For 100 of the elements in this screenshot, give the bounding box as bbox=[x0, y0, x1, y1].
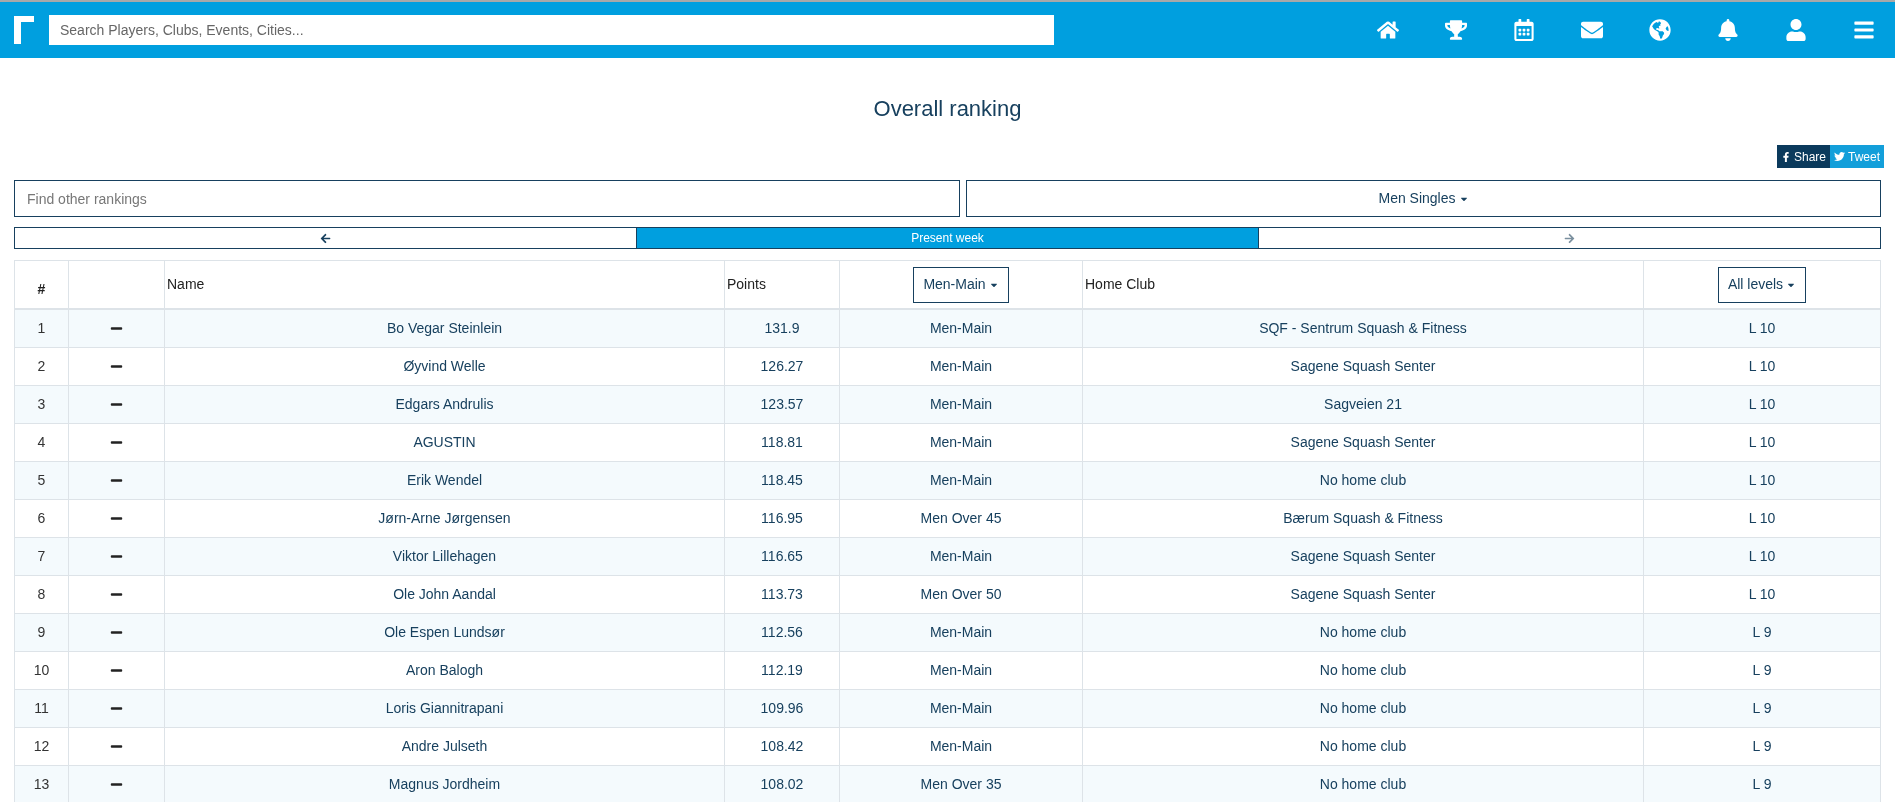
level-filter-dropdown[interactable]: All levels bbox=[1717, 266, 1807, 303]
category-cell-text: Men-Main bbox=[929, 737, 993, 756]
globe-icon[interactable] bbox=[1649, 19, 1671, 41]
club-link[interactable]: SQF - Sentrum Squash & Fitness bbox=[1259, 318, 1467, 339]
level-cell-text: L 9 bbox=[1752, 661, 1772, 680]
home-icon[interactable] bbox=[1377, 19, 1399, 41]
facebook-share-button[interactable]: Share bbox=[1776, 145, 1830, 168]
player-name-link[interactable]: Bo Vegar Steinlein bbox=[386, 318, 503, 339]
level-cell-text: L 9 bbox=[1752, 737, 1772, 756]
search-field[interactable]: Search Players, Clubs, Events, Cities... bbox=[49, 15, 1054, 45]
points-cell-text: 108.02 bbox=[760, 775, 804, 794]
level-cell-text: L 10 bbox=[1748, 433, 1776, 452]
club-link[interactable]: Sagene Squash Senter bbox=[1290, 546, 1436, 567]
points-cell-text: 123.57 bbox=[760, 395, 804, 414]
level-cell-text: L 9 bbox=[1752, 775, 1772, 794]
category-cell-text: Men-Main bbox=[929, 699, 993, 718]
level-cell-text: L 10 bbox=[1748, 547, 1776, 566]
rank-cell-text: 9 bbox=[37, 623, 46, 642]
category-cell-text: Men Over 35 bbox=[920, 775, 1002, 794]
column-header: Points bbox=[727, 275, 766, 294]
category-cell-text: Men-Main bbox=[929, 357, 993, 376]
facebook-icon bbox=[1780, 151, 1791, 162]
user-icon[interactable] bbox=[1785, 19, 1807, 41]
bell-icon[interactable] bbox=[1717, 19, 1739, 41]
points-cell-text: 126.27 bbox=[760, 357, 804, 376]
points-cell-text: 118.45 bbox=[761, 471, 803, 490]
points-cell-text: 113.73 bbox=[761, 585, 803, 604]
club-link[interactable]: No home club bbox=[1319, 622, 1407, 643]
level-cell-text: L 9 bbox=[1752, 699, 1772, 718]
points-cell-text: 118.81 bbox=[761, 433, 803, 452]
club-link[interactable]: Sagene Squash Senter bbox=[1290, 584, 1436, 605]
club-link[interactable]: Bærum Squash & Fitness bbox=[1283, 508, 1443, 529]
category-dropdown[interactable]: Men Singles bbox=[966, 180, 1881, 217]
points-cell-text: 108.42 bbox=[760, 737, 804, 756]
rank-cell-text: 6 bbox=[37, 509, 46, 528]
club-link[interactable]: No home club bbox=[1319, 470, 1407, 491]
player-name-link[interactable]: Øyvind Welle bbox=[403, 356, 486, 377]
player-name-link[interactable]: Ole Espen Lundsør bbox=[384, 622, 505, 643]
rank-cell-text: 1 bbox=[37, 319, 46, 338]
player-name-link[interactable]: Edgars Andrulis bbox=[395, 394, 494, 415]
category-cell-text: Men-Main bbox=[929, 319, 993, 338]
trophy-icon[interactable] bbox=[1445, 19, 1467, 41]
level-cell-text: L 10 bbox=[1748, 585, 1776, 604]
logo-icon[interactable] bbox=[14, 16, 34, 44]
rank-cell-text: 2 bbox=[37, 357, 46, 376]
category-cell-text: Men-Main bbox=[929, 471, 993, 490]
column-header: Home Club bbox=[1085, 275, 1156, 294]
column-header: # bbox=[37, 280, 46, 299]
category-cell-text: Men-Main bbox=[929, 395, 993, 414]
points-cell-text: 116.65 bbox=[761, 547, 803, 566]
category-cell-text: Men-Main bbox=[929, 661, 993, 680]
player-name-link[interactable]: Viktor Lillehagen bbox=[392, 546, 497, 567]
menu-icon[interactable] bbox=[1853, 19, 1875, 41]
level-cell-text: L 10 bbox=[1748, 395, 1776, 414]
player-name-link[interactable]: Erik Wendel bbox=[406, 470, 483, 491]
rank-cell-text: 7 bbox=[37, 547, 46, 566]
player-name-link[interactable]: AGUSTIN bbox=[413, 432, 476, 453]
level-cell-text: L 10 bbox=[1748, 471, 1776, 490]
page-title: Overall ranking bbox=[873, 95, 1022, 123]
player-name-link[interactable]: Andre Julseth bbox=[401, 736, 488, 757]
rank-cell-text: 13 bbox=[33, 775, 50, 794]
club-link[interactable]: No home club bbox=[1319, 774, 1407, 795]
rank-cell-text: 4 bbox=[37, 433, 46, 452]
club-link[interactable]: Sagveien 21 bbox=[1324, 394, 1402, 415]
points-cell-text: 112.19 bbox=[761, 661, 803, 680]
points-cell-text: 116.95 bbox=[761, 509, 803, 528]
points-cell-text: 131.9 bbox=[764, 319, 800, 338]
points-cell-text: 109.96 bbox=[760, 699, 804, 718]
rank-cell-text: 8 bbox=[37, 585, 46, 604]
bird-icon bbox=[1834, 151, 1845, 162]
player-name-link[interactable]: Aron Balogh bbox=[405, 660, 484, 681]
right-arrow-icon bbox=[1564, 232, 1575, 244]
club-link[interactable]: No home club bbox=[1319, 736, 1407, 757]
club-link[interactable]: No home club bbox=[1319, 698, 1407, 719]
category-cell-text: Men Over 50 bbox=[920, 585, 1002, 604]
rank-cell-text: 5 bbox=[37, 471, 46, 490]
envelope-icon[interactable] bbox=[1581, 19, 1603, 41]
level-cell-text: L 10 bbox=[1748, 357, 1776, 376]
column-header: Name bbox=[167, 275, 205, 294]
player-name-link[interactable]: Loris Giannitrapani bbox=[385, 698, 504, 719]
level-cell-text: L 10 bbox=[1748, 319, 1776, 338]
previous-week-button[interactable] bbox=[14, 227, 637, 249]
club-link[interactable]: No home club bbox=[1319, 660, 1407, 681]
calendar-icon[interactable] bbox=[1513, 19, 1535, 41]
category-cell-text: Men Over 45 bbox=[920, 509, 1002, 528]
club-link[interactable]: Sagene Squash Senter bbox=[1290, 356, 1436, 377]
player-name-link[interactable]: Magnus Jordheim bbox=[388, 774, 501, 795]
left-arrow-icon bbox=[320, 232, 331, 244]
rank-cell-text: 10 bbox=[33, 661, 50, 680]
rank-cell-text: 11 bbox=[34, 699, 49, 718]
level-cell-text: L 9 bbox=[1752, 623, 1772, 642]
player-name-link[interactable]: Ole John Aandal bbox=[393, 584, 496, 605]
rank-cell-text: 3 bbox=[37, 395, 46, 414]
points-cell-text: 112.56 bbox=[761, 623, 803, 642]
club-link[interactable]: Sagene Squash Senter bbox=[1290, 432, 1436, 453]
category-cell-text: Men-Main bbox=[929, 623, 993, 642]
level-cell-text: L 10 bbox=[1748, 509, 1776, 528]
category-filter-dropdown[interactable]: Men-Main bbox=[913, 266, 1009, 303]
ranking-search-field[interactable]: Find other rankings bbox=[14, 180, 960, 217]
player-name-link[interactable]: Jørn-Arne Jørgensen bbox=[378, 508, 511, 529]
